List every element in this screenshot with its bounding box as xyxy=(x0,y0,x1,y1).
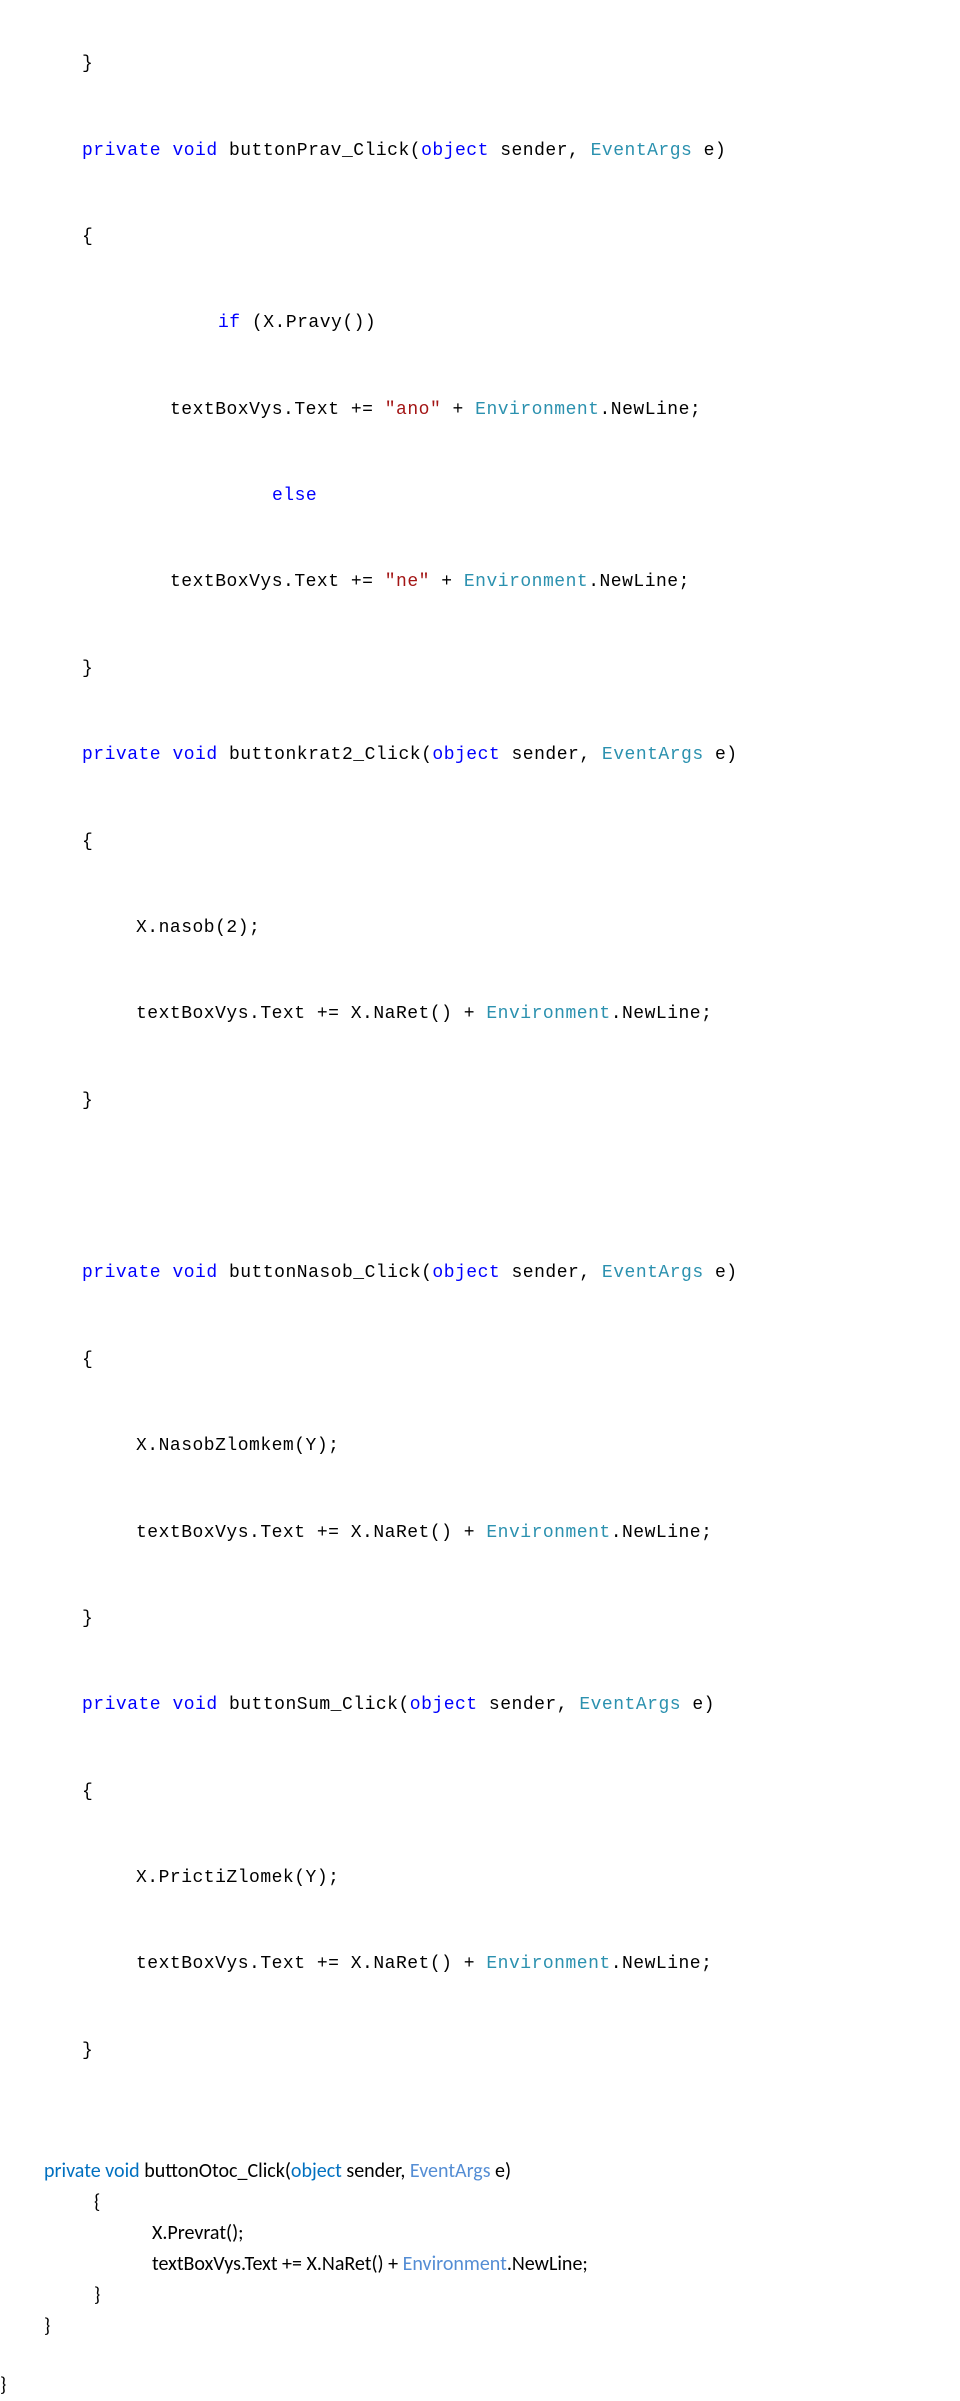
code-line: X.Prevrat(); xyxy=(44,2218,960,2249)
code-text: sender, xyxy=(500,1263,602,1283)
code-text: e) xyxy=(704,1263,738,1283)
keyword: private xyxy=(82,745,161,765)
code-line: X.nasob(2); xyxy=(0,907,960,950)
type-name: EventArgs xyxy=(591,141,693,161)
code-text: e) xyxy=(692,141,726,161)
code-line: private void buttonPrav_Click(object sen… xyxy=(0,130,960,173)
keyword: void xyxy=(105,2159,140,2183)
keyword: private xyxy=(82,141,161,161)
code-text: .NewLine; xyxy=(599,400,701,420)
code-line: } xyxy=(0,2030,960,2073)
string-literal: "ne" xyxy=(385,572,430,592)
code-text: buttonNasob_Click( xyxy=(218,1263,433,1283)
code-text: sender, xyxy=(342,2159,410,2183)
code-text: .NewLine; xyxy=(611,1523,713,1543)
code-line: textBoxVys.Text += X.NaRet() + Environme… xyxy=(0,1943,960,1986)
type-name: Environment xyxy=(486,1523,610,1543)
keyword: void xyxy=(172,141,217,161)
type-name: EventArgs xyxy=(579,1695,681,1715)
code-line: private void buttonNasob_Click(object se… xyxy=(0,1252,960,1295)
code-line: } xyxy=(0,648,960,691)
code-line: { xyxy=(44,2187,960,2218)
code-text: .NewLine; xyxy=(611,1954,713,1974)
keyword: void xyxy=(172,1263,217,1283)
code-line: private void buttonkrat2_Click(object se… xyxy=(0,734,960,777)
code-line: { xyxy=(0,1339,960,1382)
keyword: object xyxy=(432,1263,500,1283)
string-literal: "ano" xyxy=(385,400,442,420)
type-name: Environment xyxy=(403,2252,507,2276)
keyword: object xyxy=(291,2159,342,2183)
type-name: EventArgs xyxy=(410,2159,491,2183)
type-name: EventArgs xyxy=(602,745,704,765)
keyword: private xyxy=(82,1263,161,1283)
code-line: if (X.Pravy()) xyxy=(0,302,960,345)
code-text: .NewLine; xyxy=(507,2252,588,2276)
code-text: textBoxVys.Text += X.NaRet() + xyxy=(152,2252,403,2276)
code-text: buttonkrat2_Click( xyxy=(218,745,433,765)
code-text: sender, xyxy=(478,1695,580,1715)
code-block: } private void buttonPrav_Click(object s… xyxy=(0,0,960,2156)
code-line: textBoxVys.Text += "ano" + Environment.N… xyxy=(0,389,960,432)
code-text: e) xyxy=(704,745,738,765)
code-text: (X.Pravy()) xyxy=(241,313,377,333)
type-name: Environment xyxy=(464,572,588,592)
code-line: } xyxy=(0,1598,960,1641)
code-line: textBoxVys.Text += X.NaRet() + Environme… xyxy=(0,1512,960,1555)
code-line: else xyxy=(0,475,960,518)
code-text: buttonOtoc_Click( xyxy=(140,2159,291,2183)
code-line: } xyxy=(0,2370,960,2401)
code-text: sender, xyxy=(500,745,602,765)
keyword: object xyxy=(432,745,500,765)
code-text: e) xyxy=(491,2159,512,2183)
code-text: e) xyxy=(681,1695,715,1715)
code-block-alt: private void buttonOtoc_Click(object sen… xyxy=(0,2156,960,2401)
code-text: textBoxVys.Text += X.NaRet() + xyxy=(136,1954,486,1974)
code-line: private void buttonSum_Click(object send… xyxy=(0,1684,960,1727)
code-line: { xyxy=(0,216,960,259)
code-text: + xyxy=(441,400,475,420)
code-line: } xyxy=(44,2280,960,2311)
code-line: } xyxy=(0,1080,960,1123)
code-text: textBoxVys.Text += X.NaRet() + xyxy=(136,1004,486,1024)
keyword: object xyxy=(410,1695,478,1715)
code-line: textBoxVys.Text += "ne" + Environment.Ne… xyxy=(0,561,960,604)
code-text: textBoxVys.Text += xyxy=(170,400,385,420)
code-text: textBoxVys.Text += X.NaRet() + xyxy=(136,1523,486,1543)
code-line: X.NasobZlomkem(Y); xyxy=(0,1425,960,1468)
code-text: textBoxVys.Text += xyxy=(170,572,385,592)
type-name: Environment xyxy=(486,1004,610,1024)
code-line: textBoxVys.Text += X.NaRet() + Environme… xyxy=(0,993,960,1036)
keyword: private xyxy=(82,1695,161,1715)
type-name: Environment xyxy=(475,400,599,420)
code-text: .NewLine; xyxy=(611,1004,713,1024)
code-text: + xyxy=(430,572,464,592)
keyword: object xyxy=(421,141,489,161)
keyword: void xyxy=(172,1695,217,1715)
keyword: void xyxy=(172,745,217,765)
code-text: sender, xyxy=(489,141,591,161)
keyword: private xyxy=(44,2159,101,2183)
code-line: textBoxVys.Text += X.NaRet() + Environme… xyxy=(44,2249,960,2280)
code-line: } xyxy=(0,43,960,86)
code-line: { xyxy=(0,821,960,864)
code-line: { xyxy=(0,1771,960,1814)
code-line: } xyxy=(44,2311,960,2342)
code-line: X.PrictiZlomek(Y); xyxy=(0,1857,960,1900)
type-name: EventArgs xyxy=(602,1263,704,1283)
type-name: Environment xyxy=(486,1954,610,1974)
keyword: else xyxy=(272,486,317,506)
code-text: .NewLine; xyxy=(588,572,690,592)
code-text: buttonPrav_Click( xyxy=(218,141,421,161)
keyword: if xyxy=(218,313,241,333)
code-text: buttonSum_Click( xyxy=(218,1695,410,1715)
code-line: private void buttonOtoc_Click(object sen… xyxy=(44,2156,960,2187)
